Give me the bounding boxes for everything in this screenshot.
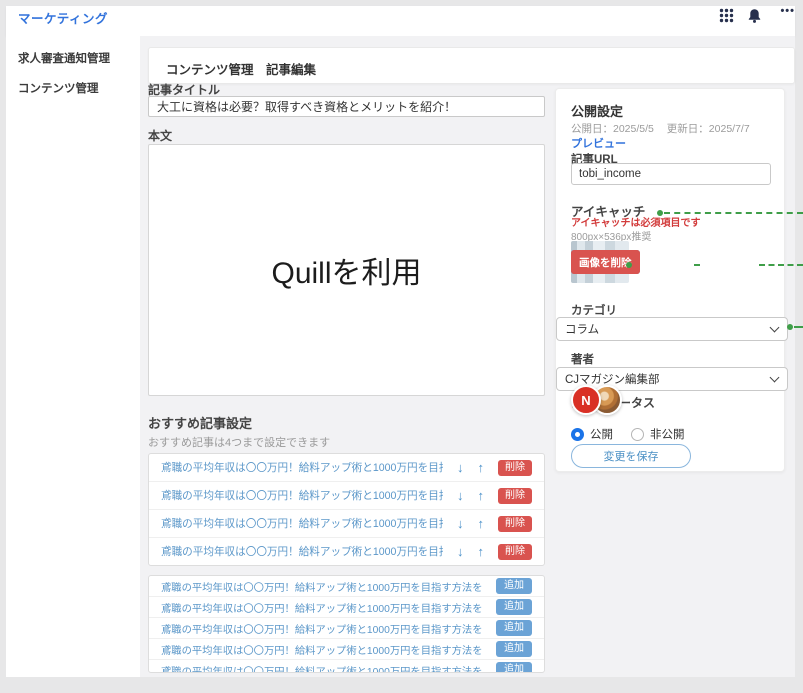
add-button[interactable]: 追加 bbox=[496, 578, 532, 594]
chevron-down-icon bbox=[769, 322, 780, 333]
delete-button[interactable]: 削除 bbox=[498, 543, 532, 560]
recommended-note: おすすめ記事は4つまで設定できます bbox=[148, 437, 331, 449]
available-article-row: 鳶職の平均年収は〇〇万円！給料アップ術と1000万円を目指す方法を徹底解説 追加 bbox=[149, 639, 544, 660]
editor-placeholder-text: Quillを利用 bbox=[271, 257, 422, 290]
category-value: コラム bbox=[565, 324, 600, 336]
delete-button[interactable]: 削除 bbox=[498, 515, 532, 532]
category-label: カテゴリ bbox=[571, 305, 617, 317]
radio-private-label: 非公開 bbox=[650, 429, 685, 441]
more-options-icon[interactable]: ••• bbox=[780, 5, 795, 17]
annotation-dot bbox=[787, 324, 793, 330]
available-article-row: 鳶職の平均年収は〇〇万円！給料アップ術と1000万円を目指す方法を徹底解説 追加 bbox=[149, 576, 544, 597]
add-button[interactable]: 追加 bbox=[496, 599, 532, 615]
brand-title[interactable]: マーケティング bbox=[18, 8, 108, 27]
add-button[interactable]: 追加 bbox=[496, 641, 532, 657]
publish-settings-heading: 公開設定 bbox=[571, 104, 624, 119]
delete-button[interactable]: 削除 bbox=[498, 487, 532, 504]
article-link[interactable]: 鳶職の平均年収は〇〇万円！給料アップ術と1000万円を目指す方法を徹底解説 bbox=[161, 460, 443, 475]
article-link[interactable]: 鳶職の平均年収は〇〇万円！給料アップ術と1000万円を目指す方法を徹底解説 bbox=[161, 579, 482, 594]
selected-article-row: 鳶職の平均年収は〇〇万円！給料アップ術と1000万円を目指す方法を徹底解説 ↓ … bbox=[149, 510, 544, 538]
move-up-icon[interactable]: ↑ bbox=[478, 489, 485, 502]
eyecatch-required-note: アイキャッチは必須項目です bbox=[571, 218, 701, 229]
add-button[interactable]: 追加 bbox=[496, 620, 532, 636]
move-up-icon[interactable]: ↑ bbox=[478, 517, 485, 530]
annotation-dot bbox=[657, 210, 663, 216]
article-link[interactable]: 鳶職の平均年収は〇〇万円！給料アップ術と1000万円を目指す方法を徹底解説 bbox=[161, 544, 443, 559]
sidebar-item-content-management[interactable]: コンテンツ管理 bbox=[18, 80, 99, 96]
annotation-line-required bbox=[664, 212, 803, 214]
publish-status-radios: 公開 非公開 bbox=[571, 426, 685, 442]
selected-article-row: 鳶職の平均年収は〇〇万円！給料アップ術と1000万円を目指す方法を徹底解説 ↓ … bbox=[149, 482, 544, 510]
apps-grid-icon[interactable] bbox=[719, 8, 735, 24]
save-changes-button[interactable]: 変更を保存 bbox=[571, 444, 691, 468]
article-link[interactable]: 鳶職の平均年収は〇〇万円！給料アップ術と1000万円を目指す方法を徹底解説 bbox=[161, 663, 482, 673]
add-button[interactable]: 追加 bbox=[496, 662, 532, 672]
sidebar-item-job-review[interactable]: 求人審査通知管理 bbox=[18, 50, 110, 66]
selected-articles-list: 鳶職の平均年収は〇〇万円！給料アップ術と1000万円を目指す方法を徹底解説 ↓ … bbox=[148, 453, 545, 566]
move-down-icon[interactable]: ↓ bbox=[457, 545, 464, 558]
recommended-heading: おすすめ記事設定 bbox=[148, 416, 253, 431]
author-label: 著者 bbox=[571, 354, 594, 366]
available-article-row: 鳶職の平均年収は〇〇万円！給料アップ術と1000万円を目指す方法を徹底解説 追加 bbox=[149, 660, 544, 673]
left-sidebar bbox=[6, 36, 140, 677]
body-editor-quill[interactable]: Quillを利用 bbox=[148, 144, 545, 396]
article-link[interactable]: 鳶職の平均年収は〇〇万円！給料アップ術と1000万円を目指す方法を徹底解説 bbox=[161, 516, 443, 531]
move-down-icon[interactable]: ↓ bbox=[457, 489, 464, 502]
bell-icon[interactable] bbox=[747, 8, 763, 24]
category-select[interactable]: コラム bbox=[556, 317, 788, 341]
article-title-input[interactable] bbox=[148, 96, 545, 117]
move-down-icon[interactable]: ↓ bbox=[457, 517, 464, 530]
selected-article-row: 鳶職の平均年収は〇〇万円！給料アップ術と1000万円を目指す方法を徹底解説 ↓ … bbox=[149, 538, 544, 565]
page-title: コンテンツ管理 記事編集 bbox=[166, 63, 317, 77]
chevron-down-icon bbox=[769, 372, 780, 383]
radio-private[interactable] bbox=[631, 427, 644, 441]
top-header-bar bbox=[6, 6, 795, 36]
annotation-line-category bbox=[794, 326, 803, 328]
move-up-icon[interactable]: ↑ bbox=[478, 461, 485, 474]
available-article-row: 鳶職の平均年収は〇〇万円！給料アップ術と1000万円を目指す方法を徹底解説 追加 bbox=[149, 618, 544, 639]
article-link[interactable]: 鳶職の平均年収は〇〇万円！給料アップ術と1000万円を目指す方法を徹底解説 bbox=[161, 621, 482, 636]
body-label: 本文 bbox=[148, 129, 173, 143]
available-article-row: 鳶職の平均年収は〇〇万円！給料アップ術と1000万円を目指す方法を徹底解説 追加 bbox=[149, 597, 544, 618]
publish-settings-panel: 公開設定 公開日：2025/5/5 更新日：2025/7/7 プレビュー 記事U… bbox=[555, 88, 788, 472]
radio-public-label: 公開 bbox=[590, 429, 613, 441]
avatar-initial-n: N bbox=[571, 385, 601, 415]
delete-button[interactable]: 削除 bbox=[498, 459, 532, 476]
page-title-card: コンテンツ管理 記事編集 bbox=[148, 47, 795, 84]
article-link[interactable]: 鳶職の平均年収は〇〇万円！給料アップ術と1000万円を目指す方法を徹底解説 bbox=[161, 600, 482, 615]
publish-dates: 公開日：2025/5/5 更新日：2025/7/7 bbox=[571, 121, 750, 136]
move-up-icon[interactable]: ↑ bbox=[478, 545, 485, 558]
article-link[interactable]: 鳶職の平均年収は〇〇万円！給料アップ術と1000万円を目指す方法を徹底解説 bbox=[161, 642, 482, 657]
article-link[interactable]: 鳶職の平均年収は〇〇万円！給料アップ術と1000万円を目指す方法を徹底解説 bbox=[161, 488, 443, 503]
selected-article-row: 鳶職の平均年収は〇〇万円！給料アップ術と1000万円を目指す方法を徹底解説 ↓ … bbox=[149, 454, 544, 482]
preview-link[interactable]: プレビュー bbox=[571, 135, 626, 151]
move-down-icon[interactable]: ↓ bbox=[457, 461, 464, 474]
radio-public[interactable] bbox=[571, 427, 584, 441]
updated-date: 更新日：2025/7/7 bbox=[666, 123, 750, 135]
presence-avatars: N bbox=[571, 385, 622, 415]
annotation-line-buttons bbox=[694, 264, 700, 266]
available-articles-list: 鳶職の平均年収は〇〇万円！給料アップ術と1000万円を目指す方法を徹底解説 追加… bbox=[148, 575, 545, 673]
published-date: 公開日：2025/5/5 bbox=[571, 123, 654, 135]
annotation-dot bbox=[626, 262, 632, 268]
annotation-line-delete-image bbox=[759, 264, 803, 266]
article-url-input[interactable] bbox=[571, 163, 771, 185]
